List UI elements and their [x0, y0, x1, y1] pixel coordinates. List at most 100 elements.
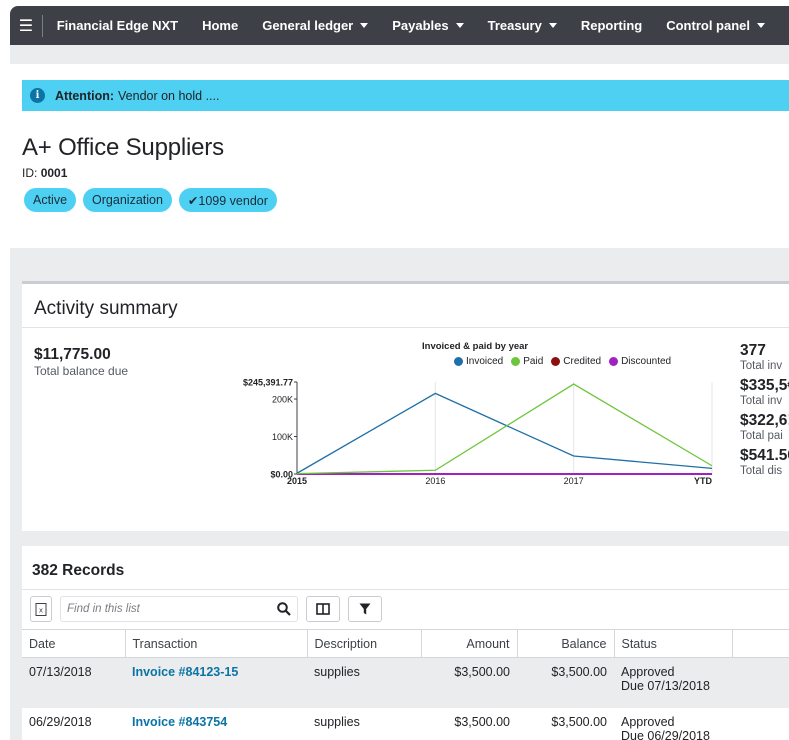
stat-label: Total pai [740, 430, 783, 442]
menu-icon[interactable]: ☰ [10, 16, 42, 36]
cell-actions [732, 708, 789, 740]
table-header-row: Date Transaction Description Amount Bala… [22, 629, 789, 658]
caret-down-icon [548, 23, 557, 28]
cell-amount: $3,500.00 [421, 657, 517, 708]
legend-item-credited[interactable]: Credited [551, 356, 601, 367]
info-icon: i [30, 88, 45, 103]
nav-item-label: Treasury [487, 18, 542, 33]
status-text: Approved [621, 665, 675, 679]
legend-item-invoiced[interactable]: Invoiced [454, 356, 503, 367]
activity-summary-panel: Activity summary $11,775.00 Total balanc… [22, 281, 789, 531]
invoiced-paid-chart: $0.00100K200K$245,391.772015 2016 2017 YTD [243, 378, 713, 487]
caret-down-icon [757, 23, 765, 28]
legend-label: Credited [563, 356, 602, 367]
svg-text:x: x [39, 606, 43, 614]
activity-stats: 377 Total inv $335,5€ Total inv $322,6! … [740, 342, 789, 482]
records-title: 382 Records [32, 562, 125, 579]
nav-item-reporting[interactable]: Reporting [581, 18, 642, 33]
nav-brand-label: Financial Edge NXT [56, 18, 179, 33]
cell-actions [732, 657, 789, 708]
columns-button[interactable] [306, 596, 340, 622]
export-excel-button[interactable]: x [30, 596, 52, 622]
table-row[interactable]: 07/13/2018 Invoice #84123-15 supplies $3… [22, 657, 789, 708]
caret-down-icon [360, 23, 369, 28]
column-header-amount[interactable]: Amount [421, 629, 518, 658]
transaction-link[interactable]: Invoice #84123-15 [125, 657, 307, 708]
nav-item-treasury[interactable]: Treasury [488, 18, 557, 33]
vendor-id-label: ID: [22, 166, 38, 180]
filter-button[interactable] [348, 596, 382, 622]
nav-item-control-panel[interactable]: Control panel [666, 18, 765, 33]
cell-status: Approved Due 06/29/2018 [614, 708, 732, 740]
chart-y-tick-label: 200K [272, 395, 293, 405]
column-header-status[interactable]: Status [614, 629, 733, 658]
search-input[interactable] [67, 603, 267, 615]
legend-label: Invoiced [466, 356, 504, 367]
chart-x-tick-label: YTD [694, 476, 713, 486]
alert-title: Attention: [55, 88, 115, 103]
attention-alert: i Attention: Vendor on hold .... [22, 80, 789, 111]
divider [22, 327, 789, 328]
search-box [60, 596, 298, 622]
column-header-description[interactable]: Description [307, 629, 422, 658]
nav-item-label: General ledger [262, 18, 354, 33]
chart-series-line-paid [296, 383, 713, 475]
total-balance-value: $11,775.00 [34, 346, 111, 363]
cell-description: supplies [314, 714, 360, 729]
chart-x-tick-label: 2016 [425, 476, 445, 486]
chart-x-tick-label: 2017 [564, 476, 584, 486]
status-badge-active[interactable]: Active [24, 188, 77, 212]
page-title: A+ Office Suppliers [22, 134, 224, 161]
cell-status: Approved Due 07/13/2018 [614, 657, 732, 708]
nav-item-home[interactable]: Home [202, 18, 238, 33]
stat-label: Total dis [740, 465, 783, 477]
divider [22, 589, 789, 590]
records-toolbar: x [30, 596, 382, 622]
legend-dot [609, 357, 619, 366]
stat-value: $322,6! [740, 412, 789, 429]
column-header-date[interactable]: Date [22, 629, 126, 658]
chart-legend: Invoiced Paid Credited Discounted [454, 356, 671, 367]
nav-item-label: Home [202, 18, 239, 33]
stat-label: Total inv [740, 360, 783, 372]
status-badge-organization[interactable]: Organization [83, 188, 172, 212]
nav-item-payables[interactable]: Payables [392, 18, 464, 33]
search-icon[interactable] [277, 602, 291, 616]
due-date-text: Due 07/13/2018 [621, 679, 710, 693]
activity-summary-title: Activity summary [34, 298, 178, 319]
cell-balance: $3,500.00 [517, 657, 614, 708]
column-header-actions [732, 629, 789, 658]
stat-label: Total inv [740, 395, 783, 407]
total-balance-label: Total balance due [34, 364, 129, 378]
column-header-balance[interactable]: Balance [517, 629, 615, 658]
top-nav: ☰ Financial Edge NXT Home General ledger… [10, 6, 789, 45]
chart-x-tick-label: 2015 [287, 476, 307, 486]
column-header-transaction[interactable]: Transaction [125, 629, 308, 658]
caret-down-icon [455, 23, 464, 28]
legend-item-discounted[interactable]: Discounted [609, 356, 671, 367]
legend-label: Discounted [621, 356, 672, 367]
vendor-badges: Active Organization ✔1099 vendor [24, 188, 277, 212]
cell-date: 07/13/2018 [22, 657, 125, 708]
cell-description: supplies [307, 657, 421, 708]
nav-brand[interactable]: Financial Edge NXT [57, 18, 178, 33]
nav-item-general-ledger[interactable]: General ledger [262, 18, 369, 33]
status-badge-1099-vendor[interactable]: ✔1099 vendor [178, 188, 277, 212]
app-window: ☰ Financial Edge NXT Home General ledger… [10, 6, 789, 740]
alert-message: Vendor on hold .... [118, 88, 220, 103]
cell-date: 06/29/2018 [29, 714, 92, 729]
due-date-text: Due 06/29/2018 [621, 728, 710, 740]
excel-icon: x [35, 602, 47, 616]
table-row[interactable]: 06/29/2018 Invoice #843754 supplies $3,5… [22, 708, 789, 740]
legend-item-paid[interactable]: Paid [511, 356, 543, 367]
filter-icon [359, 603, 371, 615]
cell-balance: $3,500.00 [551, 714, 607, 729]
legend-dot [511, 357, 521, 366]
cell-amount: $3,500.00 [454, 714, 510, 729]
chart-y-tick-label: 100K [272, 432, 293, 442]
stat-value: $541.50 [740, 447, 789, 464]
records-panel: 382 Records x Date Transaction De [22, 546, 789, 740]
transaction-link[interactable]: Invoice #843754 [125, 708, 307, 740]
chart-series-line-invoiced [296, 392, 713, 474]
vendor-header: i Attention: Vendor on hold .... A+ Offi… [10, 64, 789, 248]
